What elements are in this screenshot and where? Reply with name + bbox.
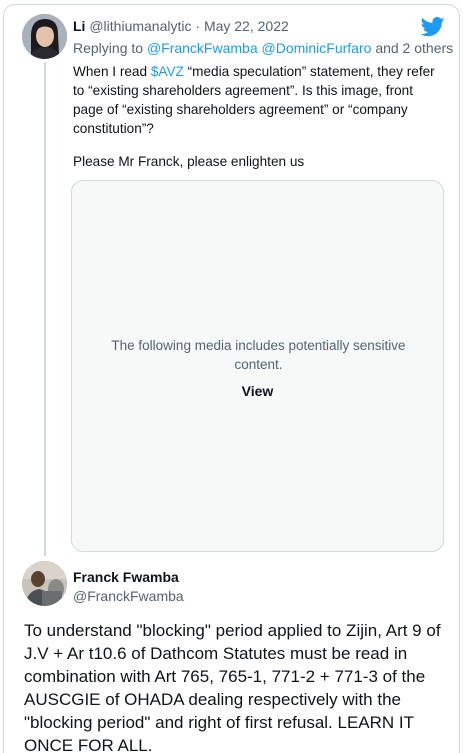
reply-text-second: Please Mr Franck, please enlighten us xyxy=(73,154,305,169)
header-separator: · xyxy=(195,18,201,34)
replying-users-link[interactable]: @FranckFwamba @DominicFurfaro xyxy=(147,40,371,56)
reply-text-start: When I read xyxy=(73,64,148,79)
twitter-bird-icon[interactable] xyxy=(420,16,445,38)
reply-header: Li @lithiumanalytic · May 22, 2022 xyxy=(73,18,289,34)
reply-text: When I read $AVZ “media speculation” sta… xyxy=(73,62,445,138)
main-author-name[interactable]: Franck Fwamba xyxy=(73,569,179,585)
replying-suffix[interactable]: and 2 others xyxy=(375,40,453,56)
sensitive-media-box[interactable]: The following media includes potentially… xyxy=(71,180,444,552)
reply-author-handle[interactable]: @lithiumanalytic xyxy=(89,18,191,34)
avatar-li[interactable] xyxy=(22,14,67,59)
cashtag-link[interactable]: $AVZ xyxy=(151,64,184,79)
thread-line xyxy=(44,62,46,556)
main-tweet-text: To understand "blocking" period applied … xyxy=(24,621,441,753)
replying-to: Replying to @FranckFwamba @DominicFurfar… xyxy=(73,40,453,56)
main-author-handle[interactable]: @FranckFwamba xyxy=(73,588,184,604)
avatar-franck-fwamba[interactable] xyxy=(22,561,67,606)
sensitive-media-warning: The following media includes potentially… xyxy=(111,338,406,372)
replying-prefix: Replying to xyxy=(73,40,144,56)
reply-author-name[interactable]: Li xyxy=(73,18,85,34)
view-media-button[interactable]: View xyxy=(72,383,443,399)
reply-date[interactable]: May 22, 2022 xyxy=(204,18,289,34)
